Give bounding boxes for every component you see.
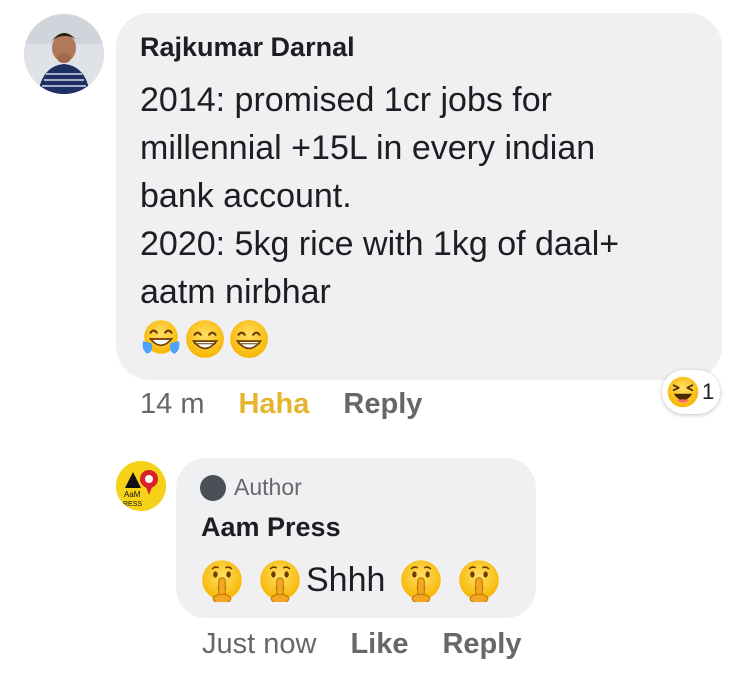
shushing-face-emoji: [399, 558, 443, 602]
shushing-face-emoji: [200, 558, 244, 602]
tears-of-joy-emoji: [140, 318, 182, 360]
reply-actions: Just now Like Reply: [202, 628, 521, 661]
comment-author-name[interactable]: Rajkumar Darnal: [140, 32, 355, 63]
reaction-count-badge[interactable]: 1: [662, 370, 720, 414]
reply-button[interactable]: Reply: [343, 388, 422, 421]
comment-text-line: 2014: promised 1cr jobs for: [140, 81, 552, 119]
comment-emoji-row: [140, 318, 270, 362]
commenter-avatar[interactable]: [24, 14, 104, 94]
comment-text: 2014: promised 1cr jobs for millennial +…: [140, 76, 710, 316]
comment-text-line: 2020: 5kg rice with 1kg of daal+: [140, 225, 620, 263]
reaction-button[interactable]: Haha: [238, 388, 309, 421]
comment-timestamp[interactable]: 14 m: [140, 388, 204, 421]
grinning-emoji: [184, 318, 226, 360]
avatar-logo-text: AaM: [124, 490, 141, 499]
shushing-face-emoji: [457, 558, 501, 602]
comment-actions: 14 m Haha Reply: [140, 388, 422, 421]
reaction-count: 1: [702, 379, 715, 404]
shushing-face-emoji: [258, 558, 302, 602]
like-button[interactable]: Like: [350, 628, 408, 661]
reply-text: Shhh: [200, 558, 501, 602]
reply-author-name[interactable]: Aam Press: [201, 512, 341, 543]
comment-text-line: millennial +15L in every indian: [140, 129, 596, 167]
reply-button[interactable]: Reply: [442, 628, 521, 661]
author-badge-label: Author: [234, 474, 302, 500]
reply-timestamp[interactable]: Just now: [202, 628, 316, 661]
reply-text-content: Shhh: [306, 560, 386, 599]
page-avatar[interactable]: AaM RESS: [116, 461, 166, 511]
avatar-logo-text: RESS: [123, 501, 142, 508]
comment-text-line: bank account.: [140, 177, 352, 215]
haha-reaction-icon: [666, 375, 700, 409]
grinning-emoji: [228, 318, 270, 360]
author-badge: Author: [200, 474, 302, 501]
author-badge-icon: [200, 474, 226, 501]
comment-text-line: aatm nirbhar: [140, 273, 331, 311]
